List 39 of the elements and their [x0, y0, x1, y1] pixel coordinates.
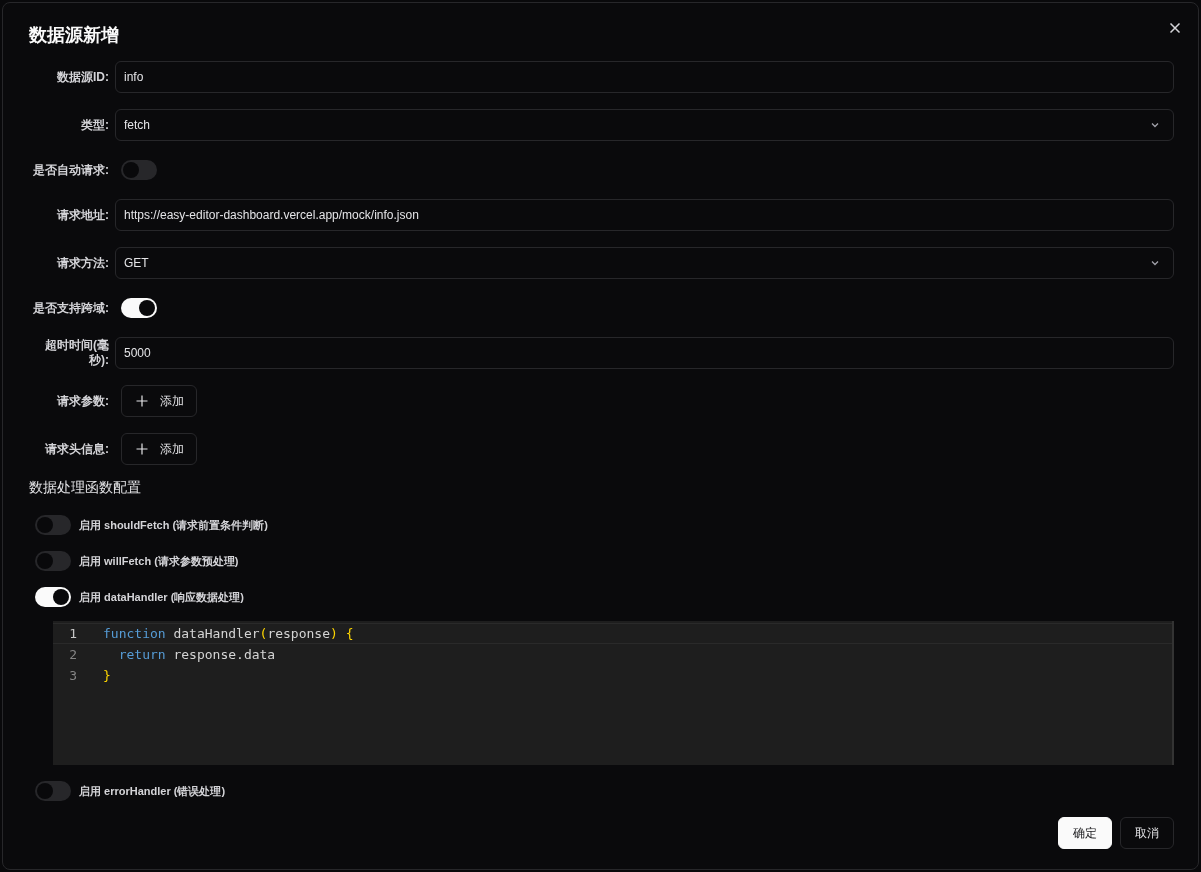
line-number: 3 — [68, 668, 77, 683]
code-line: } — [103, 668, 111, 683]
plus-icon — [136, 395, 148, 407]
toggle-switch[interactable] — [35, 551, 71, 571]
toggle-switch[interactable] — [35, 781, 71, 801]
field-label: 请求参数: — [56, 393, 110, 409]
input-field[interactable]: info — [115, 61, 1174, 93]
field-label: 超时时间(毫秒): — [44, 338, 110, 368]
select-field[interactable]: fetch — [115, 109, 1174, 141]
code-editor[interactable]: 1 function dataHandler(response) { 2 return response.data 3 } — [53, 621, 1174, 765]
toggle-switch[interactable] — [121, 160, 157, 180]
toggle-label: 启用 shouldFetch (请求前置条件判断) — [79, 517, 268, 533]
toggle-switch[interactable] — [121, 298, 157, 318]
toggle-label: 启用 errorHandler (错误处理) — [79, 783, 226, 799]
line-number: 2 — [68, 647, 77, 662]
toggle-switch[interactable] — [35, 587, 71, 607]
dialog-button[interactable]: 确定 — [1058, 817, 1112, 849]
field-label: 类型: — [80, 117, 110, 133]
field-label: 请求方法: — [56, 255, 110, 271]
field-label: 是否支持跨域: — [32, 300, 110, 316]
line-number: 1 — [68, 626, 77, 641]
plus-icon — [136, 443, 148, 455]
code-line: function dataHandler(response) { — [103, 626, 354, 641]
field-label: 是否自动请求: — [32, 162, 110, 178]
add-button[interactable]: 添加 — [121, 385, 197, 417]
select-field[interactable]: GET — [115, 247, 1174, 279]
input-field[interactable]: https://easy-editor-dashboard.vercel.app/mock/info.json — [115, 199, 1174, 231]
field-label: 请求头信息: — [44, 441, 110, 457]
code-line: return response.data — [117, 647, 276, 662]
add-button[interactable]: 添加 — [121, 433, 197, 465]
toggle-switch[interactable] — [35, 515, 71, 535]
field-label: 数据源ID: — [56, 69, 110, 85]
field-label: 请求地址: — [56, 207, 110, 223]
dialog-button[interactable]: 取消 — [1120, 817, 1174, 849]
dialog-title: 数据源新增 — [29, 24, 120, 47]
section-title: 数据处理函数配置 — [29, 479, 142, 497]
input-field[interactable]: 5000 — [115, 337, 1174, 369]
toggle-label: 启用 willFetch (请求参数预处理) — [79, 553, 239, 569]
toggle-label: 启用 dataHandler (响应数据处理) — [79, 589, 244, 605]
